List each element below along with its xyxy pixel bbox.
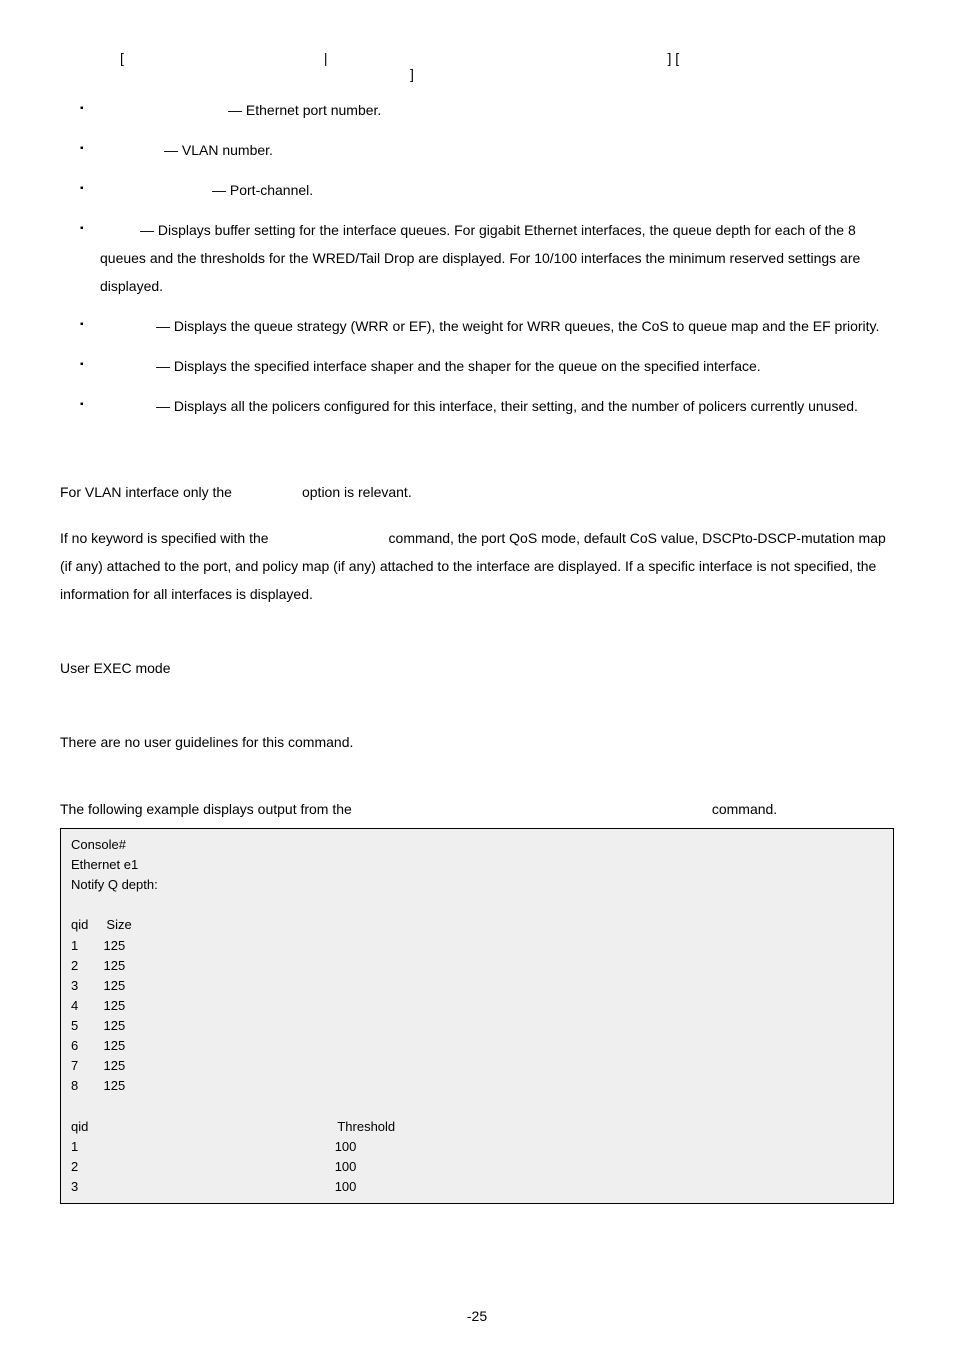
console-line: 2 125 bbox=[71, 956, 883, 976]
page-number: -25 bbox=[0, 1308, 954, 1324]
console-line: 8 125 bbox=[71, 1076, 883, 1096]
console-line: Ethernet e1 bbox=[71, 855, 883, 875]
param-vlan: — VLAN number. bbox=[80, 136, 894, 164]
note-default: If no keyword is specified with thecomma… bbox=[60, 524, 894, 608]
note-vlan: For VLAN interface only theoption is rel… bbox=[60, 478, 894, 506]
close-open-bracket: ] [ bbox=[668, 50, 680, 66]
console-line: 1 100 bbox=[71, 1137, 883, 1157]
console-line: 4 125 bbox=[71, 996, 883, 1016]
console-line: 3 100 bbox=[71, 1177, 883, 1197]
right-bracket-2: ] bbox=[410, 66, 414, 82]
console-line: 3 125 bbox=[71, 976, 883, 996]
console-output: Console# Ethernet e1 Notify Q depth: qid… bbox=[60, 828, 894, 1205]
console-line: Notify Q depth: bbox=[71, 875, 883, 895]
console-line: 2 100 bbox=[71, 1157, 883, 1177]
parameter-list: — Ethernet port number. — VLAN number. —… bbox=[80, 96, 894, 420]
param-buffers: — Displays buffer setting for the interf… bbox=[80, 216, 894, 300]
console-line: Console# bbox=[71, 835, 883, 855]
console-header: qid Size bbox=[71, 915, 883, 935]
pipe: | bbox=[324, 50, 328, 66]
console-line: 5 125 bbox=[71, 1016, 883, 1036]
console-line: 7 125 bbox=[71, 1056, 883, 1076]
param-shapers: — Displays the specified interface shape… bbox=[80, 352, 894, 380]
param-ethernet: — Ethernet port number. bbox=[80, 96, 894, 124]
console-line: 1 125 bbox=[71, 936, 883, 956]
console-header: qid Threshold bbox=[71, 1117, 883, 1137]
left-bracket-1: [ bbox=[120, 50, 124, 66]
syntax-line: [ | ] [] bbox=[120, 50, 894, 82]
command-mode: User EXEC mode bbox=[60, 654, 894, 682]
param-policers: — Displays all the policers configured f… bbox=[80, 392, 894, 420]
param-queueing: — Displays the queue strategy (WRR or EF… bbox=[80, 312, 894, 340]
param-portchannel: — Port-channel. bbox=[80, 176, 894, 204]
example-intro: The following example displays output fr… bbox=[60, 798, 894, 822]
console-line: 6 125 bbox=[71, 1036, 883, 1056]
user-guidelines: There are no user guidelines for this co… bbox=[60, 728, 894, 756]
